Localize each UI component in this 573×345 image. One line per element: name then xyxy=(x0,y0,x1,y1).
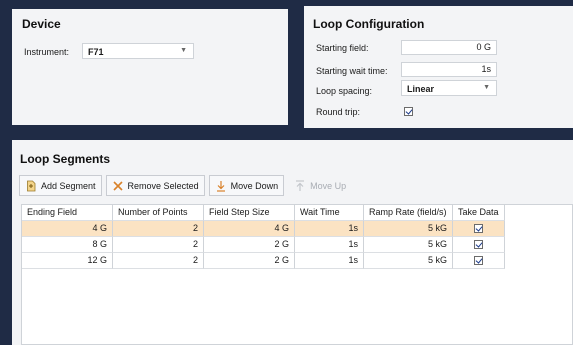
cell-number-of-points[interactable]: 2 xyxy=(113,221,204,237)
add-segment-label: Add Segment xyxy=(41,180,96,191)
move-up-icon xyxy=(296,179,305,191)
instrument-label: Instrument: xyxy=(24,47,70,57)
cell-wait-time[interactable]: 1s xyxy=(295,221,364,237)
starting-field-label: Starting field: xyxy=(316,43,369,53)
cell-ending-field[interactable]: 12 G xyxy=(22,253,113,269)
table-header: Ending Field Number of Points Field Step… xyxy=(22,205,505,221)
loop-configuration-title: Loop Configuration xyxy=(313,17,425,31)
move-down-label: Move Down xyxy=(230,180,279,191)
column-header-ending-field[interactable]: Ending Field xyxy=(22,205,113,221)
add-segment-button[interactable]: Add Segment xyxy=(19,175,102,196)
cell-ramp-rate[interactable]: 5 kG xyxy=(364,237,453,253)
loop-spacing-label: Loop spacing: xyxy=(316,86,373,96)
chevron-down-icon: ▼ xyxy=(483,84,490,91)
device-title: Device xyxy=(22,17,61,31)
chevron-down-icon: ▼ xyxy=(180,47,187,54)
table-row[interactable]: 4 G 2 4 G 1s 5 kG xyxy=(22,221,505,237)
loop-spacing-select[interactable]: Linear ▼ xyxy=(401,80,497,96)
cell-number-of-points[interactable]: 2 xyxy=(113,253,204,269)
cell-field-step-size[interactable]: 4 G xyxy=(204,221,295,237)
move-up-button[interactable]: Move Up xyxy=(288,175,352,196)
remove-x-icon xyxy=(112,180,123,191)
cell-wait-time[interactable]: 1s xyxy=(295,237,364,253)
cell-field-step-size[interactable]: 2 G xyxy=(204,237,295,253)
round-trip-label: Round trip: xyxy=(316,107,361,117)
cell-ending-field[interactable]: 8 G xyxy=(22,237,113,253)
move-down-button[interactable]: Move Down xyxy=(208,175,285,196)
starting-field-input[interactable]: 0 G xyxy=(401,40,497,55)
segments-table: Ending Field Number of Points Field Step… xyxy=(21,204,573,345)
column-header-field-step-size[interactable]: Field Step Size xyxy=(204,205,295,221)
column-header-wait-time[interactable]: Wait Time xyxy=(295,205,364,221)
column-header-ramp-rate[interactable]: Ramp Rate (field/s) xyxy=(364,205,453,221)
column-header-take-data[interactable]: Take Data xyxy=(453,205,505,221)
cell-number-of-points[interactable]: 2 xyxy=(113,237,204,253)
loop-spacing-value: Linear xyxy=(407,84,435,94)
add-document-icon xyxy=(27,180,36,191)
device-panel: Device Instrument: F71 ▼ xyxy=(12,9,288,125)
loop-segments-title: Loop Segments xyxy=(20,152,111,166)
remove-selected-button[interactable]: Remove Selected xyxy=(105,175,205,196)
cell-ramp-rate[interactable]: 5 kG xyxy=(364,253,453,269)
take-data-checkbox[interactable] xyxy=(474,240,483,250)
cell-ending-field[interactable]: 4 G xyxy=(22,221,113,237)
segments-toolbar: Add Segment Remove Selected Move Down Mo… xyxy=(19,175,352,196)
cell-field-step-size[interactable]: 2 G xyxy=(204,253,295,269)
starting-wait-time-input[interactable]: 1s xyxy=(401,62,497,77)
cell-take-data xyxy=(453,253,505,269)
loop-segments-panel: Loop Segments Add Segment Remove Selecte… xyxy=(12,140,573,345)
cell-ramp-rate[interactable]: 5 kG xyxy=(364,221,453,237)
cell-take-data xyxy=(453,237,505,253)
loop-configuration-panel: Loop Configuration Starting field: 0 G S… xyxy=(304,6,573,128)
take-data-checkbox[interactable] xyxy=(474,256,483,266)
cell-take-data xyxy=(453,221,505,237)
move-down-icon xyxy=(216,180,225,192)
round-trip-checkbox[interactable] xyxy=(404,107,413,116)
take-data-checkbox[interactable] xyxy=(474,224,483,234)
remove-selected-label: Remove Selected xyxy=(127,180,199,191)
table-row[interactable]: 12 G 2 2 G 1s 5 kG xyxy=(22,253,505,269)
instrument-select[interactable]: F71 ▼ xyxy=(82,43,194,59)
instrument-value: F71 xyxy=(88,47,104,57)
cell-wait-time[interactable]: 1s xyxy=(295,253,364,269)
move-up-label: Move Up xyxy=(310,180,347,191)
column-header-number-of-points[interactable]: Number of Points xyxy=(113,205,204,221)
table-row[interactable]: 8 G 2 2 G 1s 5 kG xyxy=(22,237,505,253)
starting-wait-time-label: Starting wait time: xyxy=(316,66,388,76)
